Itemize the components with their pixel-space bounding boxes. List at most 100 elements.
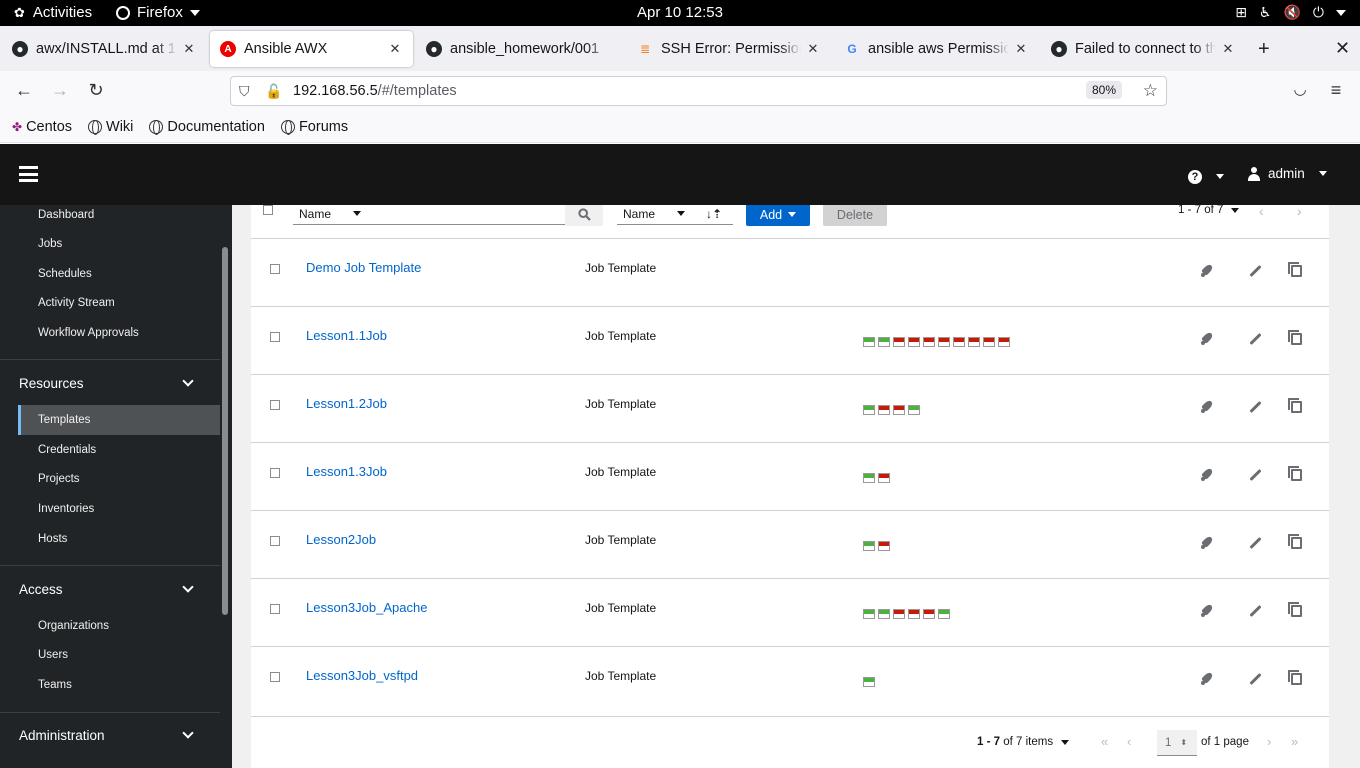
next-page-icon[interactable]: › xyxy=(1267,734,1271,749)
template-name-link[interactable]: Demo Job Template xyxy=(306,260,421,275)
bookmark-documentation[interactable]: Documentation xyxy=(149,119,265,135)
copy-template-button[interactable] xyxy=(1287,534,1305,552)
help-menu[interactable]: ? xyxy=(1188,167,1224,184)
row-checkbox[interactable] xyxy=(270,672,280,682)
sidebar-scrollbar[interactable] xyxy=(222,247,228,615)
job-failed-icon[interactable] xyxy=(908,337,920,347)
page-number-input[interactable]: 1 ⬍ xyxy=(1157,730,1197,756)
sort-direction-button[interactable]: ↓⇡ xyxy=(695,205,733,225)
launch-template-button[interactable] xyxy=(1198,400,1216,417)
edit-template-button[interactable] xyxy=(1243,332,1262,349)
template-name-link[interactable]: Lesson3Job_Apache xyxy=(306,600,427,615)
menu-icon[interactable]: ≡ xyxy=(1324,80,1348,101)
row-checkbox[interactable] xyxy=(270,400,280,410)
job-failed-icon[interactable] xyxy=(878,405,890,415)
job-success-icon[interactable] xyxy=(863,405,875,415)
job-failed-icon[interactable] xyxy=(893,337,905,347)
close-tab-icon[interactable]: ✕ xyxy=(1013,41,1029,57)
copy-template-button[interactable] xyxy=(1287,602,1305,620)
shield-icon[interactable]: ⛉ xyxy=(239,83,250,100)
copy-template-button[interactable] xyxy=(1287,670,1305,688)
job-success-icon[interactable] xyxy=(863,541,875,551)
row-checkbox[interactable] xyxy=(270,604,280,614)
browser-tab[interactable]: ● ansible_homework/001 ✕ xyxy=(416,31,621,67)
system-tray[interactable]: ⊞ ♿ 🔇 ⏻ xyxy=(1235,4,1346,21)
job-success-icon[interactable] xyxy=(863,677,875,687)
template-name-link[interactable]: Lesson2Job xyxy=(306,532,376,547)
job-failed-icon[interactable] xyxy=(938,337,950,347)
launch-template-button[interactable] xyxy=(1198,332,1216,349)
row-checkbox[interactable] xyxy=(270,264,280,274)
job-failed-icon[interactable] xyxy=(893,609,905,619)
close-tab-icon[interactable]: ✕ xyxy=(805,41,821,57)
launch-template-button[interactable] xyxy=(1198,468,1216,485)
launch-template-button[interactable] xyxy=(1198,672,1216,689)
sidebar-group-access[interactable]: Access xyxy=(0,569,220,609)
search-input[interactable] xyxy=(371,205,565,225)
job-failed-icon[interactable] xyxy=(878,541,890,551)
copy-template-button[interactable] xyxy=(1287,398,1305,416)
close-window-icon[interactable]: ✕ xyxy=(1335,38,1350,59)
url-text[interactable]: 192.168.56.5/#/templates xyxy=(293,83,457,99)
job-success-icon[interactable] xyxy=(878,609,890,619)
launch-template-button[interactable] xyxy=(1198,536,1216,553)
edit-template-button[interactable] xyxy=(1243,536,1262,553)
sidebar-item-users[interactable]: Users xyxy=(18,640,220,670)
browser-tab[interactable]: G ansible aws Permission ✕ xyxy=(834,31,1039,67)
job-failed-icon[interactable] xyxy=(923,337,935,347)
row-checkbox[interactable] xyxy=(270,536,280,546)
search-button[interactable] xyxy=(565,205,603,226)
launch-template-button[interactable] xyxy=(1198,264,1216,281)
select-all-checkbox[interactable] xyxy=(263,205,273,215)
previous-page-icon[interactable]: ‹ xyxy=(1127,734,1131,749)
back-arrow-icon[interactable]: ← xyxy=(12,80,36,101)
close-tab-icon[interactable]: ✕ xyxy=(387,41,403,57)
browser-tab[interactable]: ● Failed to connect to the ✕ xyxy=(1041,31,1246,67)
job-failed-icon[interactable] xyxy=(953,337,965,347)
forward-arrow-icon[interactable]: → xyxy=(48,80,72,101)
search-key-select[interactable]: Name xyxy=(293,205,371,225)
last-page-icon[interactable]: » xyxy=(1291,734,1298,749)
hamburger-menu-icon[interactable] xyxy=(19,166,38,182)
previous-page-icon[interactable]: ‹ xyxy=(1259,205,1264,219)
template-name-link[interactable]: Lesson3Job_vsftpd xyxy=(306,668,418,683)
activities-button[interactable]: ✿ Activities xyxy=(14,4,92,21)
job-failed-icon[interactable] xyxy=(923,609,935,619)
row-checkbox[interactable] xyxy=(270,332,280,342)
job-failed-icon[interactable] xyxy=(998,337,1010,347)
user-menu[interactable]: admin xyxy=(1248,166,1327,181)
sidebar-item-workflow-approvals[interactable]: Workflow Approvals xyxy=(18,318,220,348)
bookmark-star-icon[interactable]: ☆ xyxy=(1143,81,1158,101)
bookmark-wiki[interactable]: Wiki xyxy=(88,119,133,135)
sidebar-group-resources[interactable]: Resources xyxy=(0,363,220,403)
job-success-icon[interactable] xyxy=(878,337,890,347)
copy-template-button[interactable] xyxy=(1287,330,1305,348)
browser-tab[interactable]: ● awx/INSTALL.md at 17. ✕ xyxy=(2,31,207,67)
browser-tab[interactable]: ≣ SSH Error: Permission d ✕ xyxy=(627,31,831,67)
url-bar[interactable]: ⛉ 🔓 192.168.56.5/#/templates 80% ☆ xyxy=(230,76,1167,106)
job-success-icon[interactable] xyxy=(938,609,950,619)
browser-tab-active[interactable]: A Ansible AWX ✕ xyxy=(210,31,413,67)
sidebar-item-jobs[interactable]: Jobs xyxy=(18,229,220,259)
template-name-link[interactable]: Lesson1.2Job xyxy=(306,396,387,411)
clock[interactable]: Apr 10 12:53 xyxy=(637,4,723,21)
sidebar-item-hosts[interactable]: Hosts xyxy=(18,524,220,554)
edit-template-button[interactable] xyxy=(1243,468,1262,485)
pagination-range-toggle[interactable]: 1 - 7 of 7 items xyxy=(977,736,1070,748)
template-name-link[interactable]: Lesson1.3Job xyxy=(306,464,387,479)
sidebar-item-dashboard[interactable]: Dashboard xyxy=(18,205,220,230)
sidebar-item-credentials[interactable]: Credentials xyxy=(18,435,220,465)
new-tab-icon[interactable]: + xyxy=(1258,38,1270,61)
add-button[interactable]: Add xyxy=(746,205,810,226)
sidebar-item-inventories[interactable]: Inventories xyxy=(18,494,220,524)
sort-key-select[interactable]: Name xyxy=(617,205,695,225)
app-menu[interactable]: Firefox xyxy=(116,4,200,21)
next-page-icon[interactable]: › xyxy=(1297,205,1302,219)
sidebar-item-activity-stream[interactable]: Activity Stream xyxy=(18,288,220,318)
first-page-icon[interactable]: « xyxy=(1101,734,1108,749)
job-failed-icon[interactable] xyxy=(908,609,920,619)
sidebar-item-schedules[interactable]: Schedules xyxy=(18,259,220,289)
job-failed-icon[interactable] xyxy=(968,337,980,347)
job-success-icon[interactable] xyxy=(863,337,875,347)
reload-icon[interactable]: ↻ xyxy=(84,80,108,101)
